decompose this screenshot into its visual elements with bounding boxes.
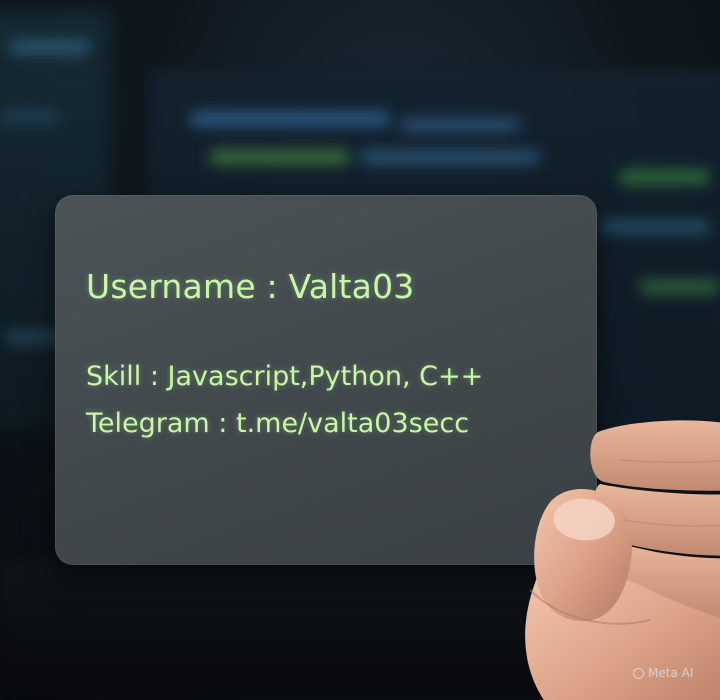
blurred-code-line bbox=[600, 220, 710, 234]
blurred-code-line bbox=[0, 110, 60, 124]
blurred-code-line bbox=[640, 280, 720, 294]
blurred-code-line bbox=[210, 150, 350, 164]
username-text: Username : Valta03 bbox=[86, 267, 415, 306]
watermark-label: Meta AI bbox=[648, 666, 694, 680]
photo-scene: Username : Valta03 Skill : Javascript,Py… bbox=[0, 0, 720, 700]
blurred-code-line bbox=[620, 170, 710, 184]
blurred-code-line bbox=[10, 40, 90, 54]
telegram-text: Telegram : t.me/valta03secc bbox=[86, 408, 470, 439]
meta-ai-watermark: Meta AI bbox=[633, 666, 693, 680]
blurred-code-line bbox=[400, 118, 520, 132]
meta-ai-ring-icon bbox=[633, 667, 644, 679]
skill-text: Skill : Javascript,Python, C++ bbox=[86, 361, 484, 392]
blurred-code-line bbox=[190, 112, 390, 126]
blurred-code-line bbox=[360, 150, 540, 164]
hand-holding-card bbox=[525, 420, 720, 700]
